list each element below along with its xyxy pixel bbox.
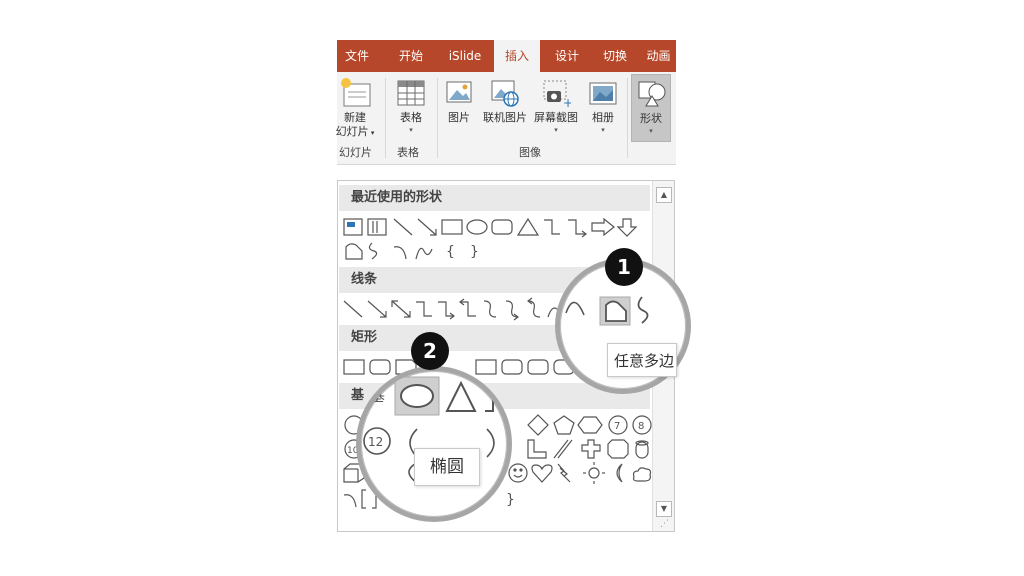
screenshot-label: 屏幕截图 [534, 111, 578, 124]
svg-text:8: 8 [638, 421, 644, 432]
new-slide-label-1: 新建 [344, 111, 366, 124]
table-icon [397, 80, 425, 106]
scroll-down-button[interactable]: ▼ [656, 501, 672, 517]
svg-text:12: 12 [368, 435, 383, 449]
chevron-down-icon: ▾ [649, 127, 653, 135]
online-picture-icon [491, 80, 519, 107]
svg-text:}: } [506, 492, 515, 508]
ribbon-panel: 新建 幻灯片 ▾ 表格 ▾ 图片 联机图片 + 屏幕截图 ▾ 相册 ▾ 形状 ▾… [336, 72, 676, 165]
tooltip-oval: 椭圆 [414, 448, 480, 486]
online-picture-button[interactable]: 联机图片 [479, 78, 531, 125]
svg-text:}: } [470, 244, 479, 260]
screenshot-button[interactable]: + 屏幕截图 ▾ [531, 78, 581, 135]
svg-text:{: { [446, 244, 455, 260]
ribbon-tab-bar: 文件 开始 iSlide 插入 设计 切换 动画 [337, 40, 676, 72]
picture-icon [446, 81, 472, 103]
scroll-up-button[interactable]: ▲ [656, 187, 672, 203]
group-label-tables: 表格 [397, 146, 419, 159]
shapes-label: 形状 [640, 112, 662, 125]
step-badge-2: 2 [411, 332, 449, 370]
tab-design[interactable]: 设计 [544, 40, 590, 72]
photo-album-icon [589, 82, 617, 105]
online-picture-label: 联机图片 [483, 111, 527, 124]
picture-label: 图片 [448, 111, 470, 124]
group-label-images: 图像 [519, 146, 541, 159]
new-slide-label-2: 幻灯片 [335, 125, 369, 138]
step-badge-1: 1 [605, 248, 643, 286]
new-slide-button[interactable]: 新建 幻灯片 ▾ [329, 76, 381, 140]
svg-text:7: 7 [614, 421, 620, 432]
section-recent-shapes: 最近使用的形状 [339, 185, 650, 211]
chevron-down-icon: ▾ [601, 126, 605, 134]
recent-shapes-icons[interactable]: { } [342, 239, 502, 263]
tab-islide[interactable]: iSlide [441, 40, 489, 72]
picture-button[interactable]: 图片 [441, 78, 477, 125]
tooltip-freeform: 任意多边 [607, 343, 677, 377]
tab-home[interactable]: 开始 [387, 40, 435, 72]
tab-transitions[interactable]: 切换 [593, 40, 637, 72]
tab-insert[interactable]: 插入 [494, 40, 540, 72]
group-label-slides: 幻灯片 [339, 146, 372, 159]
group-divider [627, 78, 628, 158]
chevron-down-icon: ▾ [409, 126, 413, 134]
shapes-button[interactable]: 形状 ▾ [631, 74, 671, 142]
magnified-basic-shapes: 基 12 [363, 376, 495, 484]
shapes-icon [638, 81, 666, 107]
group-divider [385, 78, 386, 158]
svg-text:+: + [563, 96, 571, 108]
tab-file[interactable]: 文件 [337, 40, 377, 72]
recent-shapes-icons[interactable] [342, 215, 652, 239]
magnifier-oval: 基 12 [356, 366, 512, 522]
new-slide-icon [341, 78, 371, 107]
table-button[interactable]: 表格 ▾ [391, 78, 431, 135]
group-divider [437, 78, 438, 158]
resize-grip-icon[interactable]: ⋰ [660, 519, 669, 529]
photo-album-label: 相册 [592, 111, 614, 124]
photo-album-button[interactable]: 相册 ▾ [583, 78, 623, 135]
table-label: 表格 [400, 111, 422, 124]
tab-animations[interactable]: 动画 [641, 40, 676, 72]
svg-text:基: 基 [369, 386, 385, 405]
screenshot-icon: + [543, 80, 571, 108]
chevron-down-icon: ▾ [554, 126, 558, 134]
